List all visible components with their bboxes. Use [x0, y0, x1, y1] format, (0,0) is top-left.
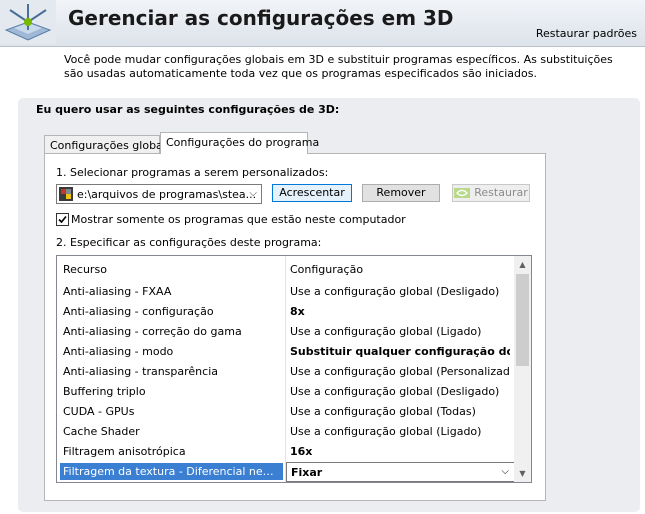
grid-header: Recurso Configuração: [57, 256, 515, 282]
check-icon: [58, 215, 67, 224]
resource-cell: Cache Shader: [63, 425, 140, 438]
header-bar: Gerenciar as configurações em 3D Restaur…: [0, 0, 645, 47]
restore-button[interactable]: Restaurar: [452, 184, 530, 202]
tab-program-settings[interactable]: Configurações do programa: [160, 132, 319, 154]
table-row[interactable]: Anti-aliasing - correção do gama Use a c…: [57, 322, 515, 342]
show-installed-only-checkbox[interactable]: [56, 213, 69, 226]
chevron-down-icon: ⌵: [501, 466, 509, 477]
scroll-up-arrow-icon[interactable]: ▲: [514, 256, 531, 273]
resource-cell: Anti-aliasing - configuração: [63, 305, 214, 318]
setting-dropdown-value: Fixar: [291, 466, 323, 479]
resource-cell: CUDA - GPUs: [63, 405, 135, 418]
resource-cell: Anti-aliasing - correção do gama: [63, 325, 242, 338]
table-row[interactable]: Anti-aliasing - transparência Use a conf…: [57, 362, 515, 382]
restore-button-label: Restaurar: [474, 186, 528, 199]
table-row[interactable]: Anti-aliasing - modo Substituir qualquer…: [57, 342, 515, 362]
add-button[interactable]: Acrescentar: [272, 184, 352, 202]
program-select[interactable]: e:\arquivos de programas\stea... ⌵: [56, 184, 262, 204]
table-row[interactable]: Filtragem anisotrópica 16x: [57, 442, 515, 462]
table-row[interactable]: Buffering triplo Use a configuração glob…: [57, 382, 515, 402]
3d-settings-icon: [0, 0, 56, 44]
page-title: Gerenciar as configurações em 3D: [68, 6, 454, 30]
tab-global-settings[interactable]: Configurações globais: [44, 135, 172, 155]
resource-cell: Anti-aliasing - modo: [63, 345, 174, 358]
vertical-scrollbar[interactable]: ▲ ▼: [514, 256, 531, 482]
setting-cell: Use a configuração global (Ligado): [290, 325, 482, 338]
nvidia-icon: [454, 188, 471, 198]
table-row-selected[interactable]: Filtragem da textura - Diferencial negat…: [57, 462, 515, 482]
setting-cell: Use a configuração global (Personalizado…: [290, 365, 510, 378]
show-installed-only-label: Mostrar somente os programas que estão n…: [71, 213, 406, 226]
resource-cell: Filtragem da textura - Diferencial negat…: [60, 463, 283, 480]
setting-cell: Use a configuração global (Ligado): [290, 425, 482, 438]
setting-cell: Use a configuração global (Desligado): [290, 285, 500, 298]
resource-cell: Filtragem anisotrópica: [63, 445, 186, 458]
setting-cell: 16x: [290, 445, 313, 458]
step1-label: 1. Selecionar programas a serem personal…: [56, 166, 329, 179]
step2-label: 2. Especificar as configurações deste pr…: [56, 236, 322, 249]
panel-heading: Eu quero usar as seguintes configurações…: [36, 103, 340, 116]
column-header-setting[interactable]: Configuração: [290, 263, 363, 276]
setting-cell: Substituir qualquer configuração do ...: [290, 345, 510, 358]
table-row[interactable]: Anti-aliasing - FXAA Use a configuração …: [57, 282, 515, 302]
column-header-resource[interactable]: Recurso: [63, 263, 107, 276]
resource-cell: Anti-aliasing - transparência: [63, 365, 218, 378]
restore-defaults-link[interactable]: Restaurar padrões: [536, 27, 637, 40]
table-row[interactable]: Anti-aliasing - configuração 8x: [57, 302, 515, 322]
remove-button[interactable]: Remover: [362, 184, 440, 202]
scroll-thumb[interactable]: [516, 274, 529, 366]
program-icon: [59, 187, 73, 201]
setting-dropdown[interactable]: Fixar ⌵: [286, 462, 515, 482]
chevron-down-icon: ⌵: [249, 188, 257, 199]
table-row[interactable]: CUDA - GPUs Use a configuração global (T…: [57, 402, 515, 422]
table-row[interactable]: Cache Shader Use a configuração global (…: [57, 422, 515, 442]
page-description: Você pode mudar configurações globais em…: [64, 53, 613, 80]
settings-grid: Recurso Configuração Anti-aliasing - FXA…: [56, 255, 532, 483]
setting-cell: Use a configuração global (Todas): [290, 405, 476, 418]
setting-cell: 8x: [290, 305, 305, 318]
program-select-value: e:\arquivos de programas\stea...: [77, 188, 257, 201]
resource-cell: Buffering triplo: [63, 385, 146, 398]
resource-cell: Anti-aliasing - FXAA: [63, 285, 172, 298]
setting-cell: Use a configuração global (Desligado): [290, 385, 500, 398]
scroll-down-arrow-icon[interactable]: ▼: [514, 465, 531, 482]
